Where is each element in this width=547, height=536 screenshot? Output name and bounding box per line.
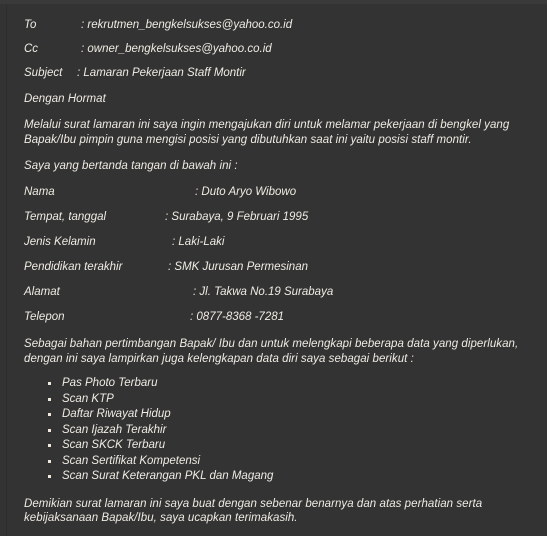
closing-paragraph: Demikian surat lamaran ini saya buat den… [24, 497, 483, 525]
biodata-text: Jl. Takwa No.19 Surabaya [199, 286, 334, 298]
biodata-label: Nama [24, 186, 55, 198]
biodata-separator: : [190, 311, 194, 323]
list-item-label: Scan Sertifikat Kompetensi [62, 454, 201, 467]
subject-label: Subject [24, 67, 63, 79]
biodata-label: Telepon [24, 311, 65, 323]
subject-text: Lamaran Pekerjaan Staff Montir [83, 67, 246, 79]
biodata-separator: : [168, 261, 172, 273]
list-item: Daftar Riwayat Hidup [38, 407, 533, 423]
list-item: Scan Sertifikat Kompetensi [38, 454, 533, 470]
attachment-lead: Sebagai bahan pertimbangan Bapak/ Ibu da… [24, 338, 519, 365]
to-label: To [24, 19, 37, 31]
list-item: Scan SKCK Terbaru [38, 438, 533, 454]
header-row-subject: Subject : Lamaran Pekerjaan Staff Montir [24, 66, 533, 80]
attachment-list: Pas Photo Terbaru Scan KTP Daftar Riwaya… [24, 376, 533, 485]
biodata-value: : Duto Aryo Wibowo [195, 185, 296, 199]
bullet-icon [48, 444, 51, 447]
biodata-lead: Saya yang bertanda tangan di bawah ini : [24, 160, 238, 172]
biodata-text: Duto Aryo Wibowo [201, 186, 297, 198]
document-page: To : rekrutmen_bengkelsukses@yahoo.co.id… [0, 0, 547, 536]
list-item: Scan Ijazah Terakhir [38, 423, 533, 439]
biodata-row-nama: Nama : Duto Aryo Wibowo [24, 185, 533, 199]
list-item-label: Scan Surat Keterangan PKL dan Magang [62, 470, 274, 482]
biodata-separator: : [172, 236, 176, 248]
salutation: Dengan Hormat [24, 93, 106, 105]
biodata-text: SMK Jurusan Permesinan [174, 261, 308, 273]
biodata-label: Alamat [24, 286, 60, 298]
biodata-separator: : [165, 211, 169, 223]
biodata-label: Pendidikan terakhir [24, 261, 123, 273]
bullet-icon [48, 459, 51, 463]
to-value: : rekrutmen_bengkelsukses@yahoo.co.id [81, 18, 292, 32]
header-row-cc: Cc : owner_bengkelsukses@yahoo.co.id [24, 42, 533, 56]
cc-value: : owner_bengkelsukses@yahoo.co.id [81, 42, 272, 56]
intro-paragraph: Melalui surat lamaran ini saya ingin men… [24, 119, 510, 146]
bullet-icon [48, 397, 51, 401]
biodata-table: Nama : Duto Aryo Wibowo Tempat, tanggal … [24, 185, 533, 324]
subject-value: : Lamaran Pekerjaan Staff Montir [77, 66, 246, 80]
bullet-icon [48, 475, 51, 478]
biodata-value: : 0877-8368 -7281 [190, 310, 284, 324]
cc-separator: : [81, 43, 85, 55]
biodata-value: : Laki-Laki [172, 235, 224, 249]
cc-address: owner_bengkelsukses@yahoo.co.id [87, 43, 272, 55]
list-item-label: Scan Ijazah Terakhir [62, 423, 167, 436]
cc-label: Cc [24, 43, 39, 55]
biodata-row-jenis-kelamin: Jenis Kelamin : Laki-Laki [24, 235, 533, 249]
to-address: rekrutmen_bengkelsukses@yahoo.co.id [87, 19, 293, 31]
biodata-text: 0877-8368 -7281 [196, 311, 285, 323]
list-item-label: Daftar Riwayat Hidup [62, 408, 171, 420]
list-item-label: Pas Photo Terbaru [62, 377, 158, 389]
biodata-text: Laki-Laki [178, 236, 225, 248]
biodata-row-alamat: Alamat : Jl. Takwa No.19 Surabaya [24, 285, 533, 299]
list-item-label: Scan SKCK Terbaru [62, 439, 166, 451]
letter-body: To : rekrutmen_bengkelsukses@yahoo.co.id… [0, 0, 547, 536]
biodata-separator: : [193, 286, 197, 298]
list-item: Scan KTP [38, 392, 533, 408]
biodata-separator: : [195, 186, 199, 198]
biodata-row-tempat-tanggal: Tempat, tanggal : Surabaya, 9 Februari 1… [24, 210, 533, 224]
subject-separator: : [77, 67, 81, 79]
bullet-icon [48, 413, 51, 416]
biodata-row-telepon: Telepon : 0877-8368 -7281 [24, 310, 533, 324]
list-item-label: Scan KTP [62, 392, 114, 405]
biodata-label: Tempat, tanggal [24, 211, 107, 223]
bullet-icon [48, 382, 51, 385]
bullet-icon [48, 428, 51, 432]
biodata-label: Jenis Kelamin [24, 236, 96, 248]
biodata-value: : Jl. Takwa No.19 Surabaya [193, 285, 333, 299]
biodata-text: Surabaya, 9 Februari 1995 [171, 211, 309, 223]
biodata-value: : Surabaya, 9 Februari 1995 [165, 210, 308, 224]
header-row-to: To : rekrutmen_bengkelsukses@yahoo.co.id [24, 18, 533, 32]
list-item: Scan Surat Keterangan PKL dan Magang [38, 469, 533, 485]
to-separator: : [81, 19, 85, 31]
list-item: Pas Photo Terbaru [38, 376, 533, 392]
biodata-row-pendidikan: Pendidikan terakhir : SMK Jurusan Permes… [24, 260, 533, 274]
biodata-value: : SMK Jurusan Permesinan [168, 260, 308, 274]
email-header: To : rekrutmen_bengkelsukses@yahoo.co.id… [24, 18, 533, 80]
